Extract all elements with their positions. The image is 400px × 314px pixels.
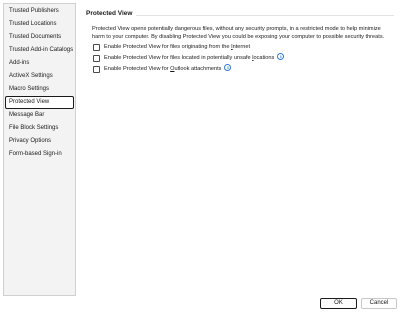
- trust-center-dialog: Trusted Publishers Trusted Locations Tru…: [0, 0, 400, 314]
- sidebar-item-add-ins[interactable]: Add-ins: [4, 57, 75, 70]
- sidebar-item-activex-settings[interactable]: ActiveX Settings: [4, 70, 75, 83]
- sidebar-item-form-based-sign-in[interactable]: Form-based Sign-in: [4, 148, 75, 161]
- page-title: Protected View: [86, 10, 137, 18]
- sidebar-item-protected-view[interactable]: Protected View: [5, 96, 74, 109]
- sidebar-item-trusted-add-in-catalogs[interactable]: Trusted Add-in Catalogs: [4, 44, 75, 57]
- ok-button[interactable]: OK: [320, 298, 357, 309]
- sidebar-item-message-bar[interactable]: Message Bar: [4, 109, 75, 122]
- sidebar-item-trusted-publishers[interactable]: Trusted Publishers: [4, 5, 75, 18]
- protected-view-panel: Protected View Protected View opens pote…: [86, 10, 394, 290]
- sidebar-item-trusted-locations[interactable]: Trusted Locations: [4, 18, 75, 31]
- info-icon[interactable]: i: [224, 64, 232, 72]
- info-icon[interactable]: i: [277, 53, 285, 61]
- internet-files-checkbox[interactable]: [93, 43, 100, 51]
- sidebar-item-file-block-settings[interactable]: File Block Settings: [4, 122, 75, 135]
- sidebar-nav: Trusted Publishers Trusted Locations Tru…: [3, 3, 76, 296]
- sidebar-item-privacy-options[interactable]: Privacy Options: [4, 135, 75, 148]
- protected-view-description: Protected View opens potentially dangero…: [92, 26, 385, 40]
- option-internet-files[interactable]: Enable Protected View for files originat…: [93, 42, 394, 52]
- internet-files-label[interactable]: Enable Protected View for files originat…: [104, 43, 250, 51]
- cancel-button[interactable]: Cancel: [361, 298, 397, 309]
- sidebar-item-macro-settings[interactable]: Macro Settings: [4, 83, 75, 96]
- sidebar-item-trusted-documents[interactable]: Trusted Documents: [4, 31, 75, 44]
- unsafe-locations-label[interactable]: Enable Protected View for files located …: [104, 54, 274, 62]
- option-outlook-attachments[interactable]: Enable Protected View for Outlook attach…: [93, 64, 394, 74]
- unsafe-locations-checkbox[interactable]: [93, 54, 100, 62]
- outlook-attachments-label[interactable]: Enable Protected View for Outlook attach…: [104, 65, 221, 73]
- section-header: Protected View: [86, 10, 394, 20]
- options-list: Enable Protected View for files originat…: [86, 42, 394, 74]
- option-unsafe-locations[interactable]: Enable Protected View for files located …: [93, 53, 394, 63]
- outlook-attachments-checkbox[interactable]: [93, 65, 100, 73]
